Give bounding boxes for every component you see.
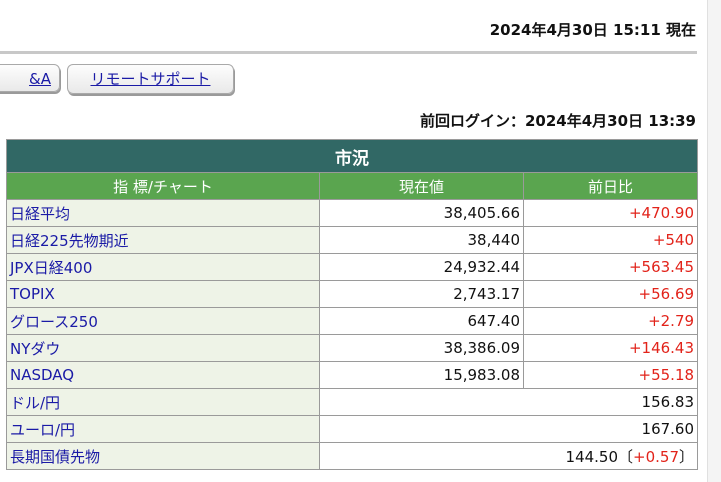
market-header-row: 指 標/チャート 現在値 前日比 [6, 172, 699, 200]
index-link-growth250[interactable]: グロース250 [6, 307, 320, 335]
table-row: NYダウ 38,386.09 +146.43 [6, 334, 699, 362]
tab-remote-support[interactable]: リモートサポート [67, 64, 234, 94]
table-row: グロース250 647.40 +2.79 [6, 307, 699, 335]
table-row: ドル/円 156.83 [6, 388, 699, 416]
fx-link-usdjpy[interactable]: ドル/円 [6, 388, 320, 416]
fx-value: 167.60 [318, 415, 699, 443]
change-value: +563.45 [522, 253, 699, 281]
table-row: 日経平均 38,405.66 +470.90 [6, 199, 699, 227]
fx-link-eurjpy[interactable]: ユーロ/円 [6, 415, 320, 443]
change-value: +146.43 [522, 334, 699, 362]
bond-link-jgb-futures[interactable]: 長期国債先物 [6, 442, 320, 470]
change-value: +56.69 [522, 280, 699, 308]
table-row: 長期国債先物 144.50〔+0.57〕 [6, 442, 699, 470]
market-table: 市況 指 標/チャート 現在値 前日比 日経平均 38,405.66 +470.… [5, 139, 699, 470]
divider [0, 51, 697, 54]
index-link-topix[interactable]: TOPIX [6, 280, 320, 308]
table-row: JPX日経400 24,932.44 +563.45 [6, 253, 699, 281]
bond-change: +0.57 [633, 447, 680, 466]
current-value: 38,386.09 [319, 334, 524, 362]
index-link-nydow[interactable]: NYダウ [6, 334, 320, 362]
bond-value: 144.50 [565, 447, 619, 466]
change-value: +55.18 [522, 361, 699, 389]
table-row: ユーロ/円 167.60 [6, 415, 699, 443]
current-value: 38,440 [319, 226, 524, 254]
scrollbar[interactable] [707, 0, 721, 482]
index-link-jpx400[interactable]: JPX日経400 [6, 253, 320, 281]
bond-value-cell: 144.50〔+0.57〕 [318, 442, 699, 470]
current-value: 24,932.44 [319, 253, 524, 281]
column-header-change: 前日比 [522, 172, 699, 200]
tab-qa[interactable]: &A [0, 64, 60, 92]
index-link-nikkei[interactable]: 日経平均 [6, 199, 320, 227]
index-link-nikkei-futures[interactable]: 日経225先物期近 [6, 226, 320, 254]
current-value: 38,405.66 [319, 199, 524, 227]
fx-value: 156.83 [318, 388, 699, 416]
column-header-index: 指 標/チャート [6, 172, 320, 200]
bond-close-paren: 〕 [679, 447, 695, 466]
table-row: TOPIX 2,743.17 +56.69 [6, 280, 699, 308]
table-row: 日経225先物期近 38,440 +540 [6, 226, 699, 254]
column-header-current: 現在値 [319, 172, 524, 200]
market-title: 市況 [5, 139, 699, 173]
change-value: +470.90 [522, 199, 699, 227]
current-value: 647.40 [319, 307, 524, 335]
bond-open-paren: 〔 [618, 447, 634, 466]
current-value: 15,983.08 [319, 361, 524, 389]
current-datetime: 2024年4月30日 15:11 現在 [489, 21, 696, 39]
change-value: +2.79 [522, 307, 699, 335]
index-link-nasdaq[interactable]: NASDAQ [6, 361, 320, 389]
current-value: 2,743.17 [319, 280, 524, 308]
last-login: 前回ログイン：2024年4月30日 13:39 [419, 112, 696, 130]
change-value: +540 [522, 226, 699, 254]
table-row: NASDAQ 15,983.08 +55.18 [6, 361, 699, 389]
